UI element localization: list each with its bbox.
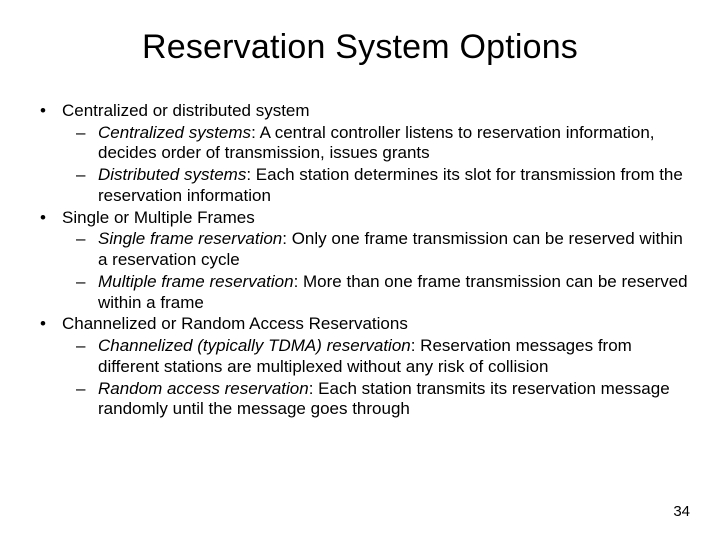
list-item: Random access reservation: Each station … (62, 379, 694, 420)
list-item: Centralized or distributed system Centra… (26, 101, 694, 207)
bullet-text: Single or Multiple Frames (62, 208, 255, 227)
list-item: Channelized or Random Access Reservation… (26, 314, 694, 420)
list-item: Single or Multiple Frames Single frame r… (26, 208, 694, 314)
sub-list: Single frame reservation: Only one frame… (62, 229, 694, 313)
page-number: 34 (673, 503, 690, 520)
term: Multiple frame reservation (98, 272, 294, 291)
term: Single frame reservation (98, 229, 282, 248)
list-item: Channelized (typically TDMA) reservation… (62, 336, 694, 377)
list-item: Distributed systems: Each station determ… (62, 165, 694, 206)
bullet-text: Centralized or distributed system (62, 101, 310, 120)
sub-list: Channelized (typically TDMA) reservation… (62, 336, 694, 420)
term: Distributed systems (98, 165, 246, 184)
slide: { "title": "Reservation System Options",… (0, 0, 720, 540)
term: Random access reservation (98, 379, 309, 398)
term: Channelized (typically TDMA) reservation (98, 336, 411, 355)
list-item: Single frame reservation: Only one frame… (62, 229, 694, 270)
bullet-list: Centralized or distributed system Centra… (26, 101, 694, 420)
list-item: Multiple frame reservation: More than on… (62, 272, 694, 313)
list-item: Centralized systems: A central controlle… (62, 123, 694, 164)
term: Centralized systems (98, 123, 251, 142)
slide-body: Centralized or distributed system Centra… (26, 101, 694, 420)
sub-list: Centralized systems: A central controlle… (62, 123, 694, 207)
slide-title: Reservation System Options (26, 28, 694, 67)
bullet-text: Channelized or Random Access Reservation… (62, 314, 408, 333)
